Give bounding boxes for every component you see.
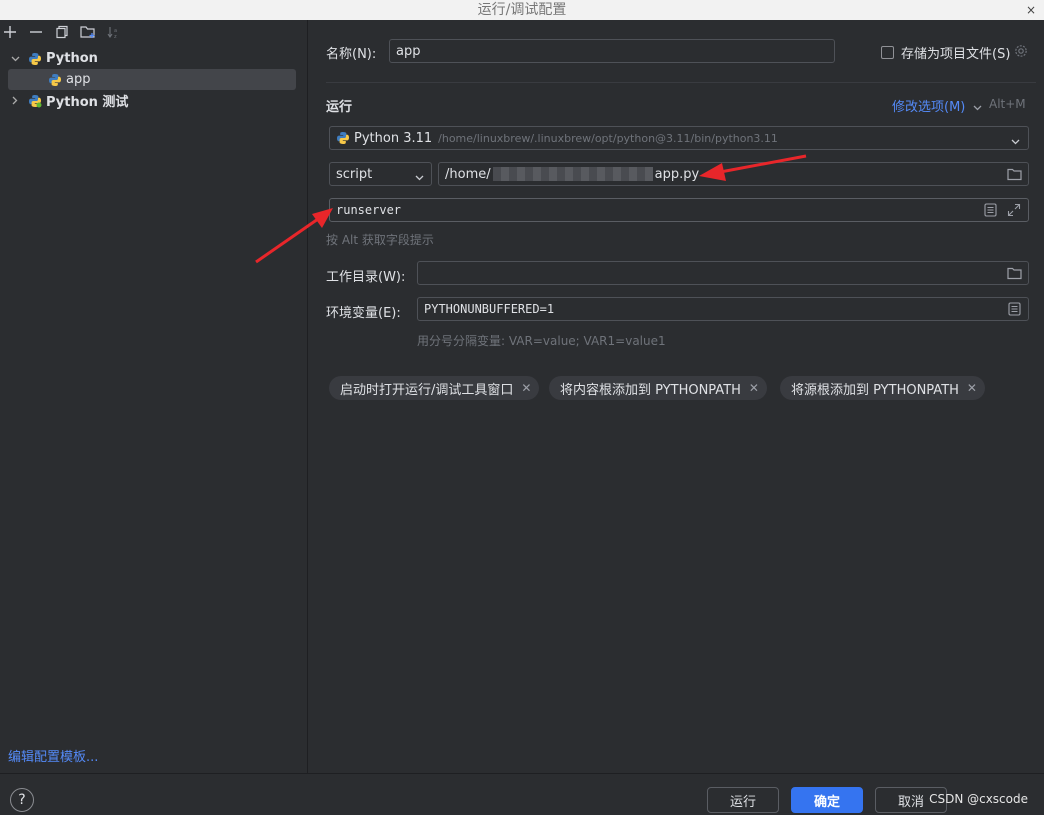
chip-label: 将内容根添加到 PYTHONPATH <box>560 382 741 398</box>
close-icon[interactable]: ✕ <box>521 381 531 395</box>
working-dir-label: 工作目录(W): <box>326 270 406 285</box>
parameters-hint: 按 Alt 获取字段提示 <box>326 233 434 247</box>
dialog-footer: ? 运行 确定 取消 CSDN @cxscode <box>0 773 1044 815</box>
modify-options-shortcut: Alt+M <box>989 97 1026 111</box>
list-icon[interactable] <box>1006 301 1022 317</box>
chevron-down-icon <box>415 170 424 185</box>
parameters-field[interactable]: runserver <box>329 198 1029 222</box>
sort-icon: az <box>106 24 122 40</box>
name-field[interactable]: app <box>389 39 835 63</box>
script-type-value: script <box>336 166 373 182</box>
folder-icon[interactable] <box>1006 265 1022 281</box>
window-title-bar: 运行/调试配置 × <box>0 0 1044 20</box>
chip-content-roots[interactable]: 将内容根添加到 PYTHONPATH ✕ <box>549 376 767 400</box>
tree-item-app[interactable]: app <box>8 69 296 90</box>
chevron-down-icon[interactable] <box>8 56 22 62</box>
chip-label: 启动时打开运行/调试工具窗口 <box>340 382 514 398</box>
python-icon <box>49 73 61 86</box>
env-label: 环境变量(E): <box>326 306 401 321</box>
edit-templates-link[interactable]: 编辑配置模板... <box>8 746 98 765</box>
copy-icon[interactable] <box>54 24 70 40</box>
python-icon <box>337 132 349 144</box>
tree-item-label: app <box>66 72 91 87</box>
list-icon[interactable] <box>982 202 998 218</box>
expand-icon[interactable] <box>1006 202 1022 218</box>
run-button[interactable]: 运行 <box>707 787 779 813</box>
chip-label: 将源根添加到 PYTHONPATH <box>791 382 959 398</box>
interpreter-name: Python 3.11 <box>354 130 433 146</box>
divider <box>326 82 1036 83</box>
section-run-title: 运行 <box>326 100 353 115</box>
help-button[interactable]: ? <box>10 788 34 812</box>
script-type-select[interactable]: script <box>329 162 432 186</box>
add-icon[interactable] <box>2 24 18 40</box>
gear-icon[interactable] <box>1014 44 1028 62</box>
config-form: 名称(N): app 存储为项目文件(S) 运行 修改选项(M) Alt+M P… <box>309 20 1044 773</box>
chevron-down-icon <box>1011 134 1020 149</box>
script-path-field[interactable]: /home/ app.py <box>438 162 1029 186</box>
interpreter-path: /home/linuxbrew/.linuxbrew/opt/python@3.… <box>438 131 778 145</box>
config-tree: Python app Python 测试 <box>0 48 308 111</box>
script-path-suffix: app.py <box>654 166 700 182</box>
close-icon[interactable]: × <box>1026 0 1036 20</box>
env-value: PYTHONUNBUFFERED=1 <box>424 302 555 316</box>
chip-source-roots[interactable]: 将源根添加到 PYTHONPATH ✕ <box>780 376 985 400</box>
tree-item-label: Python <box>46 51 98 66</box>
chip-open-tool-window[interactable]: 启动时打开运行/调试工具窗口 ✕ <box>329 376 540 400</box>
window-title: 运行/调试配置 <box>477 2 567 18</box>
python-icon <box>29 52 41 65</box>
chevron-right-icon[interactable] <box>8 96 22 105</box>
svg-text:z: z <box>114 34 117 39</box>
chevron-down-icon <box>973 100 982 115</box>
name-value: app <box>396 43 421 59</box>
checkbox-box[interactable] <box>881 46 894 59</box>
tree-item-python[interactable]: Python <box>0 48 308 69</box>
redacted-path-segment <box>492 167 653 181</box>
store-as-project-file-checkbox[interactable]: 存储为项目文件(S) <box>881 43 1028 62</box>
remove-icon[interactable] <box>28 24 44 40</box>
store-as-project-file-label: 存储为项目文件(S) <box>901 47 1011 62</box>
tree-item-label: Python 测试 <box>46 95 129 110</box>
name-label: 名称(N): <box>326 47 377 62</box>
new-folder-icon[interactable] <box>80 24 96 40</box>
watermark: CSDN @cxscode <box>929 792 1028 806</box>
interpreter-select[interactable]: Python 3.11 /home/linuxbrew/.linuxbrew/o… <box>329 126 1029 150</box>
folder-icon[interactable] <box>1006 166 1022 182</box>
close-icon[interactable]: ✕ <box>749 381 759 395</box>
parameters-value: runserver <box>336 203 402 217</box>
close-icon[interactable]: ✕ <box>967 381 977 395</box>
tree-item-python-test[interactable]: Python 测试 <box>0 90 308 111</box>
ok-button[interactable]: 确定 <box>791 787 863 813</box>
modify-options-label: 修改选项(M) <box>892 100 966 115</box>
working-dir-field[interactable] <box>417 261 1029 285</box>
tree-toolbar: az <box>0 20 308 44</box>
config-tree-panel: az Python app Python 测试 编辑配置模板... <box>0 20 308 773</box>
env-hint: 用分号分隔变量: VAR=value; VAR1=value1 <box>417 334 666 348</box>
modify-options-link[interactable]: 修改选项(M) <box>892 96 982 115</box>
script-path-prefix: /home/ <box>445 166 491 182</box>
env-field[interactable]: PYTHONUNBUFFERED=1 <box>417 297 1029 321</box>
python-test-icon <box>29 94 42 107</box>
